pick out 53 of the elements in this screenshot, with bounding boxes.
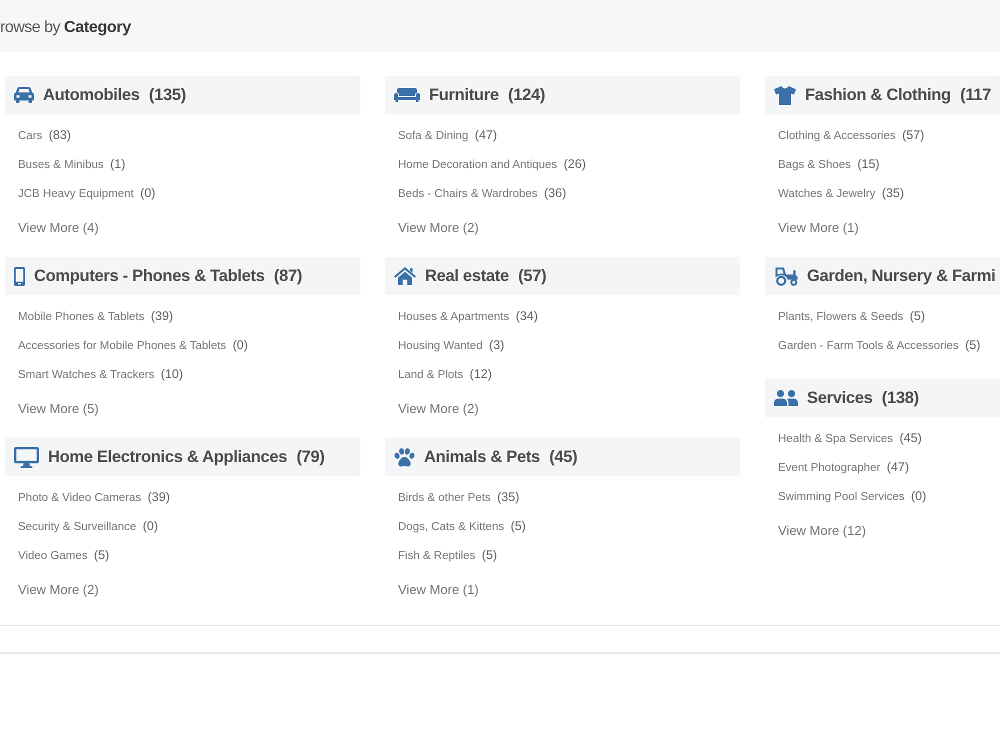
subcategory-link[interactable]: Land & Plots (12) <box>398 359 492 388</box>
category-link[interactable]: Animals & Pets (45) <box>424 448 578 466</box>
sofa-icon <box>394 88 420 102</box>
subcategory-link[interactable]: Clothing & Accessories (57) <box>778 120 924 149</box>
monitor-icon <box>14 446 39 468</box>
category-link[interactable]: Furniture (124) <box>429 86 546 104</box>
subcategory-link[interactable]: Photo & Video Cameras (39) <box>18 482 170 511</box>
subcategory-link[interactable]: Houses & Apartments (34) <box>398 301 538 330</box>
subcategory-link[interactable]: Beds - Chairs & Wardrobes (36) <box>398 178 566 207</box>
phone-icon <box>14 266 25 286</box>
category-link[interactable]: Real estate (57) <box>425 266 546 286</box>
view-more-link[interactable]: View More (4) <box>18 213 99 242</box>
subcategory-link[interactable]: Video Games (5) <box>18 540 110 569</box>
tractor-icon <box>774 266 798 286</box>
subcategory-link[interactable]: Buses & Minibus (1) <box>18 149 126 178</box>
subcategory-link[interactable]: Dogs, Cats & Kittens (5) <box>398 511 526 540</box>
subcategory-link[interactable]: Garden - Farm Tools & Accessories (5) <box>778 330 980 359</box>
category-link[interactable]: Automobiles (135) <box>43 86 186 104</box>
view-more-link[interactable]: View More (1) <box>398 575 479 604</box>
category-link[interactable]: Computers - Phones & Tablets (87) <box>34 266 302 286</box>
category-link[interactable]: Garden, Nursery & Farmi <box>807 266 996 286</box>
category-link[interactable]: Services (138) <box>807 388 919 408</box>
subcategory-link[interactable]: Birds & other Pets (35) <box>398 482 520 511</box>
car-icon <box>14 87 34 103</box>
subcategory-link[interactable]: Health & Spa Services (45) <box>778 423 922 452</box>
subcategory-link[interactable]: Fish & Reptiles (5) <box>398 540 498 569</box>
subcategory-link[interactable]: Cars (83) <box>18 120 71 149</box>
subcategory-link[interactable]: Security & Surveillance (0) <box>18 511 158 540</box>
subcategory-link[interactable]: Housing Wanted (3) <box>398 330 504 359</box>
subcategory-link[interactable]: Plants, Flowers & Seeds (5) <box>778 301 926 330</box>
subcategory-link[interactable]: JCB Heavy Equipment (0) <box>18 178 156 207</box>
subcategory-link[interactable]: Watches & Jewelry (35) <box>778 178 904 207</box>
view-more-link[interactable]: View More (12) <box>778 516 866 545</box>
subcategory-link[interactable]: Accessories for Mobile Phones & Tablets (0) <box>18 330 248 359</box>
view-more-link[interactable]: View More (2) <box>398 394 479 423</box>
view-more-link[interactable]: View More (5) <box>18 394 99 423</box>
subcategory-link[interactable]: Swimming Pool Services (0) <box>778 481 926 510</box>
subcategory-link[interactable]: Bags & Shoes (15) <box>778 149 880 178</box>
section-title: rowse by Category <box>0 19 131 37</box>
paw-icon <box>394 448 415 466</box>
category-link[interactable]: Fashion & Clothing (117 <box>805 86 992 104</box>
view-more-link[interactable]: View More (1) <box>778 213 859 242</box>
view-more-link[interactable]: View More (2) <box>18 575 99 604</box>
t-shirt-icon <box>774 86 796 104</box>
house-icon <box>394 267 416 285</box>
subcategory-link[interactable]: Event Photographer (47) <box>778 452 909 481</box>
subcategory-link[interactable]: Smart Watches & Trackers (10) <box>18 359 184 388</box>
people-icon <box>774 390 798 406</box>
category-link[interactable]: Home Electronics & Appliances (79) <box>48 448 325 466</box>
view-more-link[interactable]: View More (2) <box>398 213 479 242</box>
subcategory-link[interactable]: Home Decoration and Antiques (26) <box>398 149 586 178</box>
subcategory-link[interactable]: Sofa & Dining (47) <box>398 120 498 149</box>
subcategory-link[interactable]: Mobile Phones & Tablets (39) <box>18 301 174 330</box>
